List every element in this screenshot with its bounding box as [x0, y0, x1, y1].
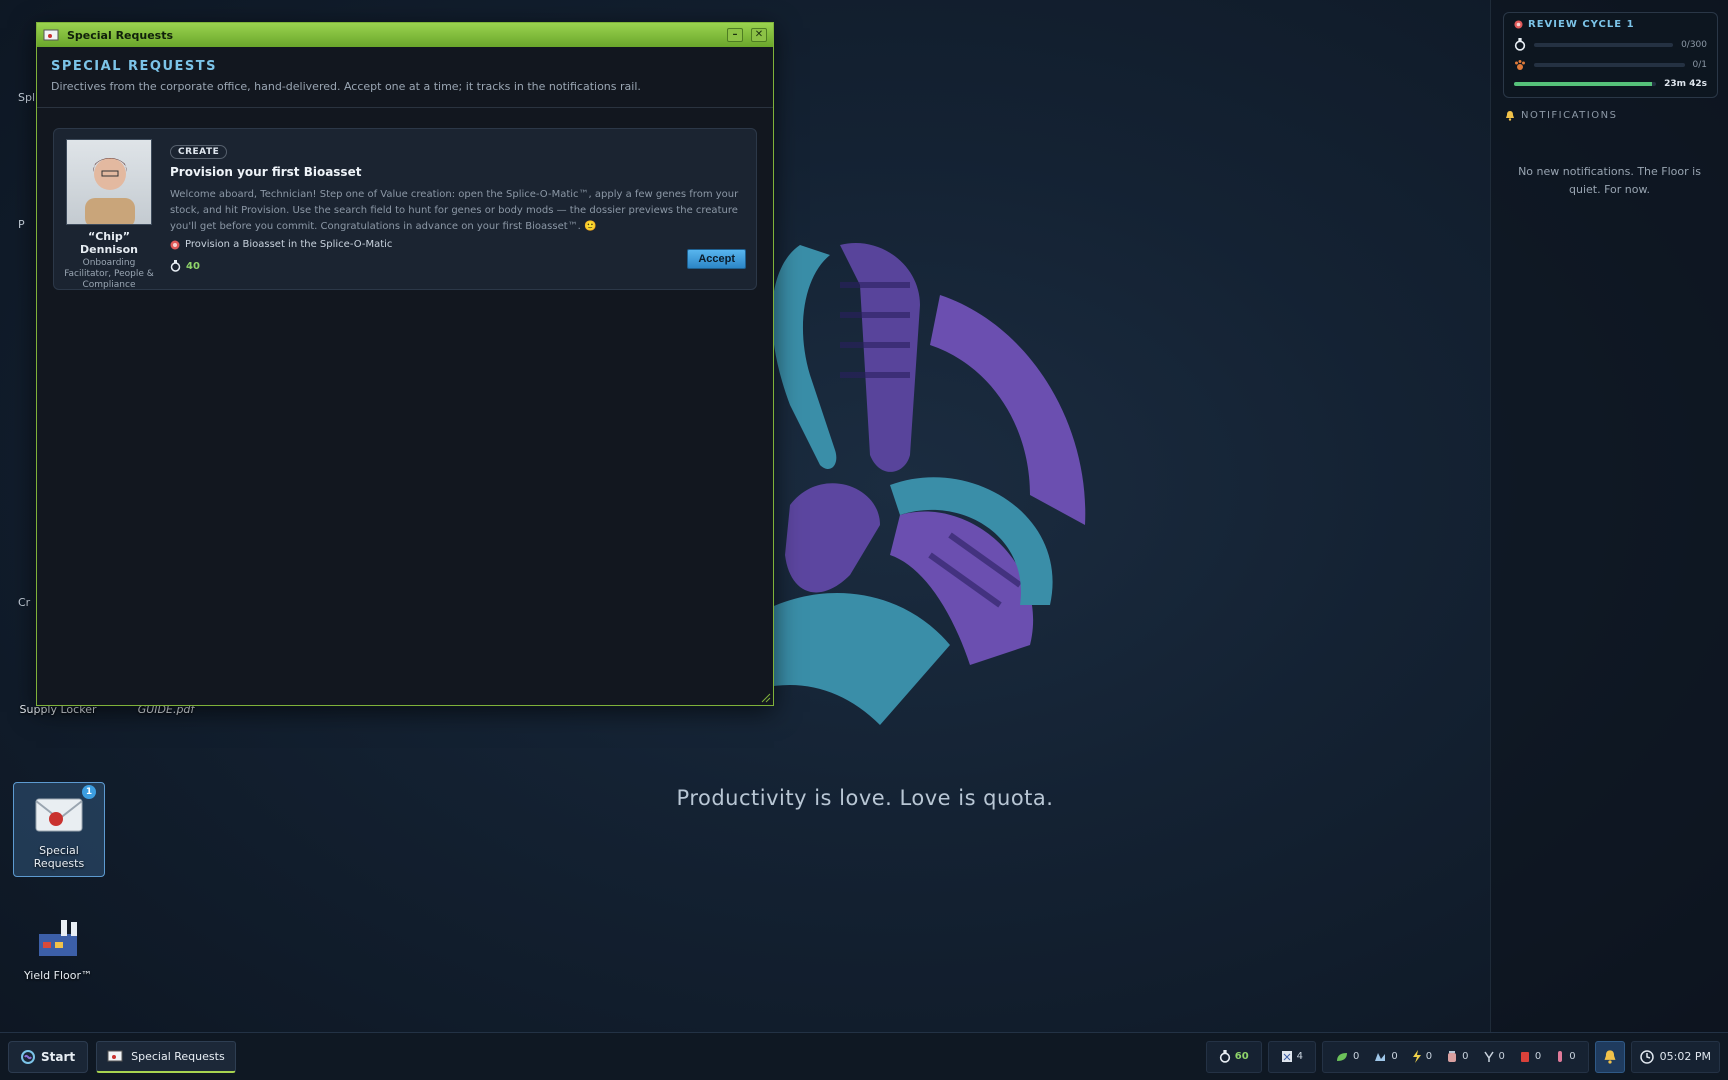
objective-text: Provision a Bioasset in the Splice-O-Mat… — [185, 239, 393, 250]
desktop-icon-yield-floor[interactable]: Yield Floor™ — [12, 916, 104, 982]
window-header: SPECIAL REQUESTS Directives from the cor… — [37, 47, 773, 108]
request-objective: Provision a Bioasset in the Splice-O-Mat… — [170, 239, 746, 250]
desktop-label-partial: P — [18, 218, 25, 231]
review-cycle-row: 0/1 — [1514, 59, 1707, 71]
crystal-icon — [1375, 1052, 1386, 1061]
lightning-icon — [1412, 1050, 1421, 1063]
requester-name: “Chip” Dennison — [80, 230, 138, 256]
resource-document[interactable]: 4 — [1267, 1040, 1317, 1073]
envelope-icon — [35, 798, 83, 832]
bell-icon — [1604, 1050, 1616, 1064]
resource-crystal[interactable]: 0 — [1369, 1051, 1401, 1063]
resource-fuel-can[interactable]: 0 — [1515, 1050, 1545, 1063]
resource-value: 60 — [1234, 1051, 1249, 1062]
clock-time: 05:02 PM — [1659, 1050, 1711, 1063]
document-icon — [1281, 1051, 1292, 1062]
notifications-heading: NOTIFICATIONS — [1505, 110, 1728, 121]
timer-bar — [1514, 82, 1657, 86]
resource-value: 0 — [1353, 1051, 1360, 1062]
resource-materials: 0 0 0 0 0 0 0 — [1322, 1040, 1589, 1073]
taskbar-item-special-requests[interactable]: Special Requests — [96, 1040, 236, 1073]
notifications-button[interactable] — [1594, 1040, 1625, 1073]
target-icon — [1514, 20, 1523, 29]
special-requests-window: Special Requests – ✕ SPECIAL REQUESTS Di… — [36, 22, 774, 706]
desktop-label-partial: Cr — [18, 596, 31, 609]
resource-jar[interactable]: 0 — [1442, 1050, 1472, 1063]
progress-bar — [1534, 42, 1674, 47]
resize-grip-icon[interactable] — [759, 691, 771, 703]
review-cycle-panel: REVIEW CYCLE 1 0/300 0/1 23m 42s — [1503, 12, 1718, 98]
start-button[interactable]: Start — [8, 1040, 89, 1073]
request-card: “Chip” Dennison Onboarding Facilitator, … — [53, 128, 757, 290]
flask-icon — [1219, 1050, 1230, 1063]
window-subtitle: Directives from the corporate office, ha… — [51, 80, 641, 93]
wrench-icon — [1483, 1051, 1494, 1062]
window-heading: SPECIAL REQUESTS — [51, 59, 217, 74]
close-button[interactable]: ✕ — [751, 28, 767, 42]
desktop-icon-label: Special Requests — [33, 844, 85, 870]
target-icon — [170, 240, 180, 249]
resource-value: 0 — [1534, 1051, 1542, 1062]
taskbar-item-label: Special Requests — [131, 1049, 225, 1063]
resource-lightning[interactable]: 0 — [1408, 1050, 1436, 1063]
start-logo-icon — [21, 1049, 35, 1064]
resource-value: 4 — [1296, 1051, 1304, 1062]
desktop-icon-label: Yield Floor™ — [23, 969, 93, 982]
dna-logo — [740, 243, 1086, 725]
envelope-icon — [43, 29, 59, 41]
taskbar: Start Special Requests 60 4 0 0 0 0 0 0 … — [0, 1032, 1728, 1080]
resource-vial[interactable]: 0 — [1551, 1050, 1579, 1063]
notifications-empty: No new notifications. The Floor is quiet… — [1518, 165, 1701, 196]
jar-icon — [1448, 1051, 1457, 1062]
request-title: Provision your first Bioasset — [170, 165, 362, 179]
leaf-icon — [1337, 1052, 1348, 1061]
resource-value: 0 — [1462, 1051, 1469, 1062]
progress-bar — [1534, 63, 1685, 67]
resource-value: 0 — [1425, 1051, 1433, 1062]
minimize-button[interactable]: – — [727, 28, 743, 42]
accept-button[interactable]: Accept — [687, 249, 746, 269]
flask-icon — [170, 260, 181, 272]
slogan: Productivity is love. Love is quota. — [676, 786, 1054, 810]
resource-leaf[interactable]: 0 — [1331, 1051, 1363, 1063]
flask-icon — [1514, 38, 1526, 51]
clock[interactable]: 05:02 PM — [1630, 1040, 1720, 1073]
progress-value: 0/1 — [1692, 60, 1707, 70]
request-reward: 40 — [170, 260, 746, 272]
request-body: CREATE Provision your first Bioasset Wel… — [170, 139, 746, 279]
window-title: Special Requests — [67, 28, 174, 42]
desktop-icon-badge: 1 — [82, 785, 96, 799]
resource-value: 0 — [1391, 1051, 1398, 1062]
avatar — [66, 139, 152, 225]
progress-value: 0/300 — [1681, 39, 1707, 50]
timer-value: 23m 42s — [1664, 79, 1707, 89]
resource-value: 0 — [1498, 1051, 1505, 1062]
resource-flask[interactable]: 60 — [1205, 1040, 1262, 1073]
review-cycle-title: REVIEW CYCLE 1 — [1514, 19, 1707, 30]
bell-icon — [1506, 111, 1514, 121]
requester: “Chip” Dennison Onboarding Facilitator, … — [64, 139, 154, 290]
reward-value: 40 — [186, 260, 200, 272]
paw-icon — [1515, 60, 1525, 70]
clock-icon — [1639, 1049, 1654, 1064]
notifications-rail: REVIEW CYCLE 1 0/300 0/1 23m 42s NOTIFIC… — [1490, 0, 1728, 1032]
request-description: Welcome aboard, Technician! Step one of … — [170, 189, 739, 232]
resource-wrench[interactable]: 0 — [1479, 1050, 1509, 1063]
system-tray: 60 4 0 0 0 0 0 0 0 05:02 PM — [1202, 1040, 1720, 1073]
fuel-can-icon — [1520, 1052, 1529, 1062]
request-type-badge: CREATE — [170, 145, 228, 159]
review-cycle-timer: 23m 42s — [1514, 79, 1707, 89]
envelope-icon — [107, 1050, 123, 1062]
timer-fill — [1514, 82, 1652, 86]
desktop-icon-special-requests[interactable]: 1 Special Requests — [13, 782, 105, 877]
factory-icon — [39, 920, 77, 956]
review-cycle-row: 0/300 — [1514, 38, 1707, 51]
window-titlebar[interactable]: Special Requests – ✕ — [37, 23, 773, 47]
vial-icon — [1558, 1051, 1563, 1062]
start-label: Start — [41, 1049, 76, 1064]
portrait-icon — [85, 158, 135, 224]
resource-value: 0 — [1569, 1051, 1576, 1062]
requester-role: Onboarding Facilitator, People & Complia… — [64, 258, 154, 290]
